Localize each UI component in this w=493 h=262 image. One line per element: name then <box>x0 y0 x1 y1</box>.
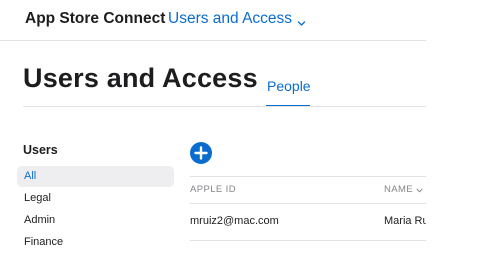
section-menu-button[interactable]: Users and Access <box>168 10 306 28</box>
column-header-apple-id[interactable]: APPLE ID <box>190 184 236 195</box>
sidebar-heading: Users <box>23 143 58 157</box>
table-top-divider <box>190 176 426 177</box>
apple-id-cell: mruiz2@mac.com <box>190 215 279 227</box>
chevron-down-icon <box>297 15 306 26</box>
add-user-button[interactable] <box>190 142 212 164</box>
column-header-name[interactable]: NAME <box>384 184 423 195</box>
table-row[interactable]: mruiz2@mac.com Maria Ru <box>190 204 426 240</box>
sidebar-item-label: All <box>24 170 37 182</box>
name-cell: Maria Ru <box>384 215 426 227</box>
top-navigation-bar: App Store Connect Users and Access <box>0 0 426 41</box>
sidebar-item-all[interactable]: All <box>17 166 174 187</box>
chevron-down-icon <box>416 186 423 193</box>
page-title: Users and Access <box>23 63 258 93</box>
sidebar-item-finance[interactable]: Finance <box>17 232 174 253</box>
heading-divider <box>23 106 426 107</box>
section-menu-label: Users and Access <box>168 10 293 27</box>
app-title: App Store Connect <box>25 10 166 27</box>
sidebar-item-label: Legal <box>24 192 51 204</box>
sidebar-item-label: Admin <box>24 214 56 226</box>
table-row-divider <box>190 240 426 241</box>
tab-people[interactable]: People <box>267 78 311 94</box>
users-and-access-page: App Store Connect Users and Access Users… <box>0 0 493 262</box>
plus-circle-icon <box>194 146 208 160</box>
sidebar-item-legal[interactable]: Legal <box>17 188 174 209</box>
sidebar-item-admin[interactable]: Admin <box>17 210 174 231</box>
sidebar-item-label: Finance <box>24 236 64 248</box>
column-header-name-label: NAME <box>384 184 414 195</box>
